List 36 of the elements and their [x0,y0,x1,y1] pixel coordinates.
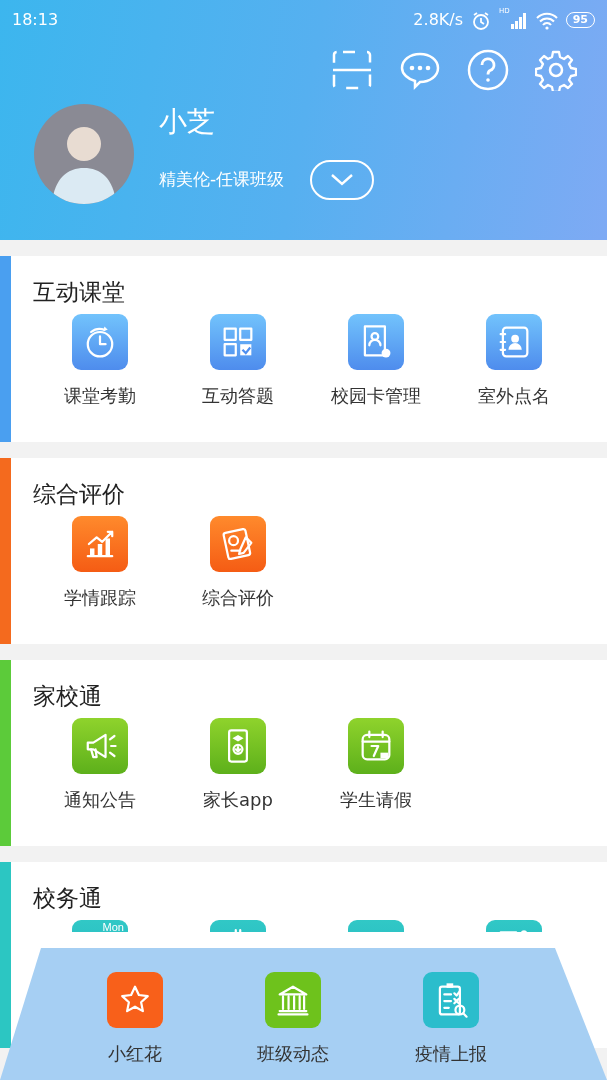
app-label[interactable]: 综合评价 [202,583,274,611]
app-label[interactable]: 小红花 [108,1040,162,1067]
app-label[interactable]: 疫情上报 [415,1040,487,1067]
network-speed: 2.8K/s [413,9,464,31]
section-title: 校务通 [32,884,103,913]
certificate-icon[interactable] [210,515,266,572]
app-label[interactable]: 班级动态 [257,1040,329,1067]
contact-book-icon[interactable] [486,313,542,370]
clipboard-icon[interactable] [423,972,479,1028]
app-label[interactable]: 课堂考勤 [64,381,136,409]
help-icon[interactable] [467,49,509,91]
building-icon[interactable] [265,972,321,1028]
quiz-icon[interactable] [210,313,266,370]
smartphone-icon[interactable] [210,717,266,774]
stopwatch-icon[interactable] [72,313,128,370]
app-label[interactable]: 学情跟踪 [64,583,136,611]
app-label[interactable]: 互动答题 [202,381,274,409]
bar-chart-icon[interactable] [72,515,128,572]
app-label[interactable]: 室外点名 [478,381,550,409]
settings-icon[interactable] [535,49,577,91]
app-label[interactable]: 家长app [203,785,273,813]
status-time: 18:13 [12,9,59,31]
scan-icon[interactable] [331,49,373,91]
user-name: 小芝 [159,108,216,136]
section-title: 互动课堂 [32,278,126,307]
expand-button[interactable] [310,160,375,200]
class-label: 精美伦-任课班级 [159,168,285,192]
app-label[interactable]: 学生请假 [340,785,412,813]
megaphone-icon[interactable] [72,717,128,774]
section-title: 家校通 [32,682,103,711]
chevron-down-icon [330,173,355,187]
weekday-label: Mon [102,921,124,932]
app-label[interactable]: 校园卡管理 [331,381,421,409]
app-label[interactable]: 通知公告 [64,785,136,813]
section-title: 综合评价 [32,480,126,509]
id-card-icon[interactable] [348,313,404,370]
